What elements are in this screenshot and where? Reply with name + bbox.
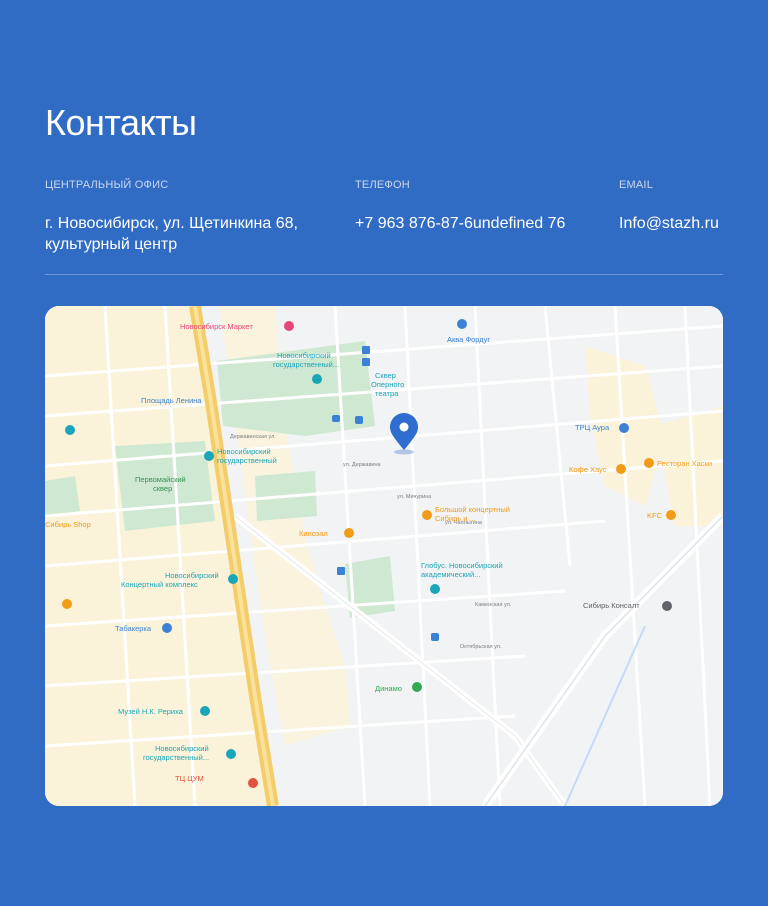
svg-text:Новосибирск Маркет: Новосибирск Маркет: [180, 322, 253, 331]
svg-text:театра: театра: [375, 389, 399, 398]
svg-text:государственный...: государственный...: [273, 360, 339, 369]
svg-text:KFC: KFC: [647, 511, 663, 520]
svg-text:ТЦ ЦУМ: ТЦ ЦУМ: [175, 774, 204, 783]
svg-text:Большой концертный: Большой концертный: [435, 505, 510, 514]
email-label: Email: [619, 179, 654, 191]
svg-text:Новосибирский: Новосибирский: [165, 571, 219, 580]
svg-text:Табакерка: Табакерка: [115, 624, 152, 633]
svg-text:Каменская ул.: Каменская ул.: [475, 602, 512, 608]
svg-text:Оперного: Оперного: [371, 380, 404, 389]
svg-text:ул. Державина: ул. Державина: [343, 462, 382, 468]
svg-text:Державинская ул.: Державинская ул.: [230, 434, 276, 440]
svg-text:Новосибирский: Новосибирский: [155, 744, 209, 753]
svg-text:Первомайский: Первомайский: [135, 475, 186, 484]
svg-text:Новосибирский: Новосибирский: [217, 447, 271, 456]
page-title: Контакты: [45, 102, 197, 143]
office-address: г. Новосибирск, ул. Щетинкина 68, культу…: [45, 215, 298, 253]
svg-text:Сибирь Консалт: Сибирь Консалт: [583, 601, 640, 610]
svg-text:Динамо: Динамо: [375, 684, 402, 693]
svg-text:Глобус. Новосибирский: Глобус. Новосибирский: [421, 561, 503, 570]
svg-text:Музей Н.К. Рериха: Музей Н.К. Рериха: [118, 707, 184, 716]
map-canvas[interactable]: Державинская ул. ул. Державина ул. Мичур…: [45, 306, 723, 806]
divider: [45, 274, 723, 275]
phone-link[interactable]: +7 963 876-87-6undefined 76: [355, 215, 565, 232]
phone-block: Телефон +7 963 876-87-6undefined 76: [355, 178, 595, 234]
svg-text:Сибирь Shop: Сибирь Shop: [45, 520, 91, 529]
svg-text:Концертный комплекс: Концертный комплекс: [121, 580, 198, 589]
svg-text:Аква Фордуг: Аква Фордуг: [447, 335, 490, 344]
svg-text:ул. Мичурина: ул. Мичурина: [397, 494, 432, 500]
email-block: Email Info@stazh.ru: [619, 178, 729, 234]
svg-text:государственный: государственный: [217, 456, 277, 465]
svg-text:Сквер: Сквер: [375, 371, 396, 380]
svg-text:Новосибирский: Новосибирский: [277, 351, 331, 360]
map[interactable]: Державинская ул. ул. Державина ул. Мичур…: [45, 306, 723, 806]
svg-text:академический...: академический...: [421, 570, 480, 579]
svg-text:государственный...: государственный...: [143, 753, 209, 762]
office-block: Центральный офис г. Новосибирск, ул. Щет…: [45, 178, 335, 255]
svg-text:Кофе Хаус: Кофе Хаус: [569, 465, 607, 474]
svg-text:ТРЦ Аура: ТРЦ Аура: [575, 423, 610, 432]
svg-text:сквер: сквер: [153, 484, 172, 493]
svg-text:Площадь Ленина: Площадь Ленина: [141, 396, 202, 405]
email-link[interactable]: Info@stazh.ru: [619, 215, 719, 232]
office-label: Центральный офис: [45, 179, 169, 191]
svg-text:Октябрьская ул.: Октябрьская ул.: [460, 644, 502, 650]
svg-text:Ресторан Хаски: Ресторан Хаски: [657, 459, 712, 468]
svg-text:Кинозал: Кинозал: [299, 529, 328, 538]
phone-label: Телефон: [355, 179, 410, 191]
svg-text:Сибирь и ...: Сибирь и ...: [435, 514, 476, 523]
